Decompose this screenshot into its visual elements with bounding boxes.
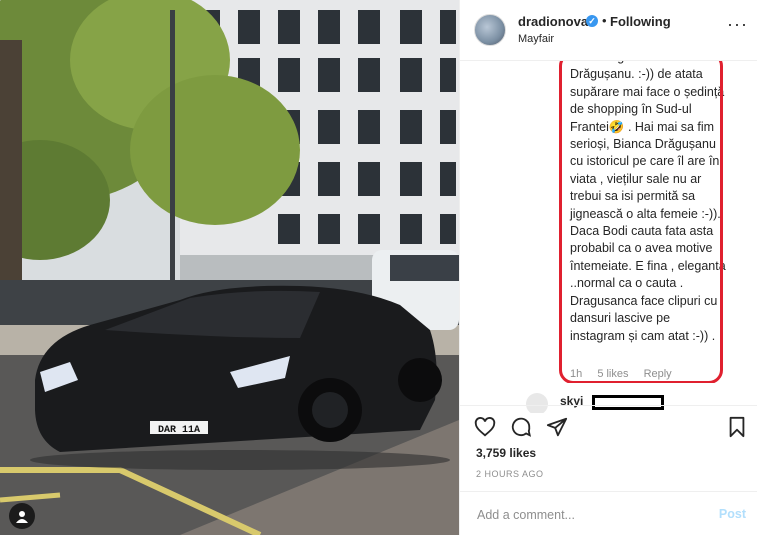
lamborghini-street-photo: DAR 11A <box>0 0 459 535</box>
post-header: dradionova ✓ • Following Mayfair ··· <box>460 0 757 61</box>
instagram-post-view: DAR 11A dradionova ✓ • Following Mayfair… <box>0 0 757 535</box>
comments-list[interactable]: ca-i denigrează Bianca Drăgușanu. :-)) d… <box>460 61 757 383</box>
username-link[interactable]: dradionova <box>518 14 588 29</box>
post-button[interactable]: Post <box>719 507 746 521</box>
post-sidebar: dradionova ✓ • Following Mayfair ··· ca-… <box>459 0 757 535</box>
post-photo[interactable]: DAR 11A <box>0 0 459 535</box>
verified-icon: ✓ <box>586 15 598 27</box>
avatar[interactable] <box>474 14 506 46</box>
highlight-annotation <box>559 61 723 383</box>
separator-dot: • <box>602 13 607 28</box>
location-link[interactable]: Mayfair <box>518 33 554 45</box>
comment-input[interactable] <box>475 507 699 523</box>
user-tag-icon[interactable] <box>9 503 35 529</box>
following-button[interactable]: Following <box>610 14 671 29</box>
user-silhouette-icon <box>16 511 28 523</box>
heart-icon[interactable] <box>474 416 496 438</box>
more-options-icon[interactable]: ··· <box>727 14 748 35</box>
share-icon[interactable] <box>546 416 568 438</box>
likes-count[interactable]: 3,759 likes <box>476 446 536 460</box>
add-comment-section: Post <box>460 491 757 535</box>
comment-icon[interactable] <box>510 416 532 438</box>
bookmark-icon[interactable] <box>726 416 748 438</box>
post-timestamp: 2 HOURS AGO <box>476 469 544 479</box>
action-bar <box>460 405 757 446</box>
license-plate: DAR 11A <box>158 425 200 436</box>
